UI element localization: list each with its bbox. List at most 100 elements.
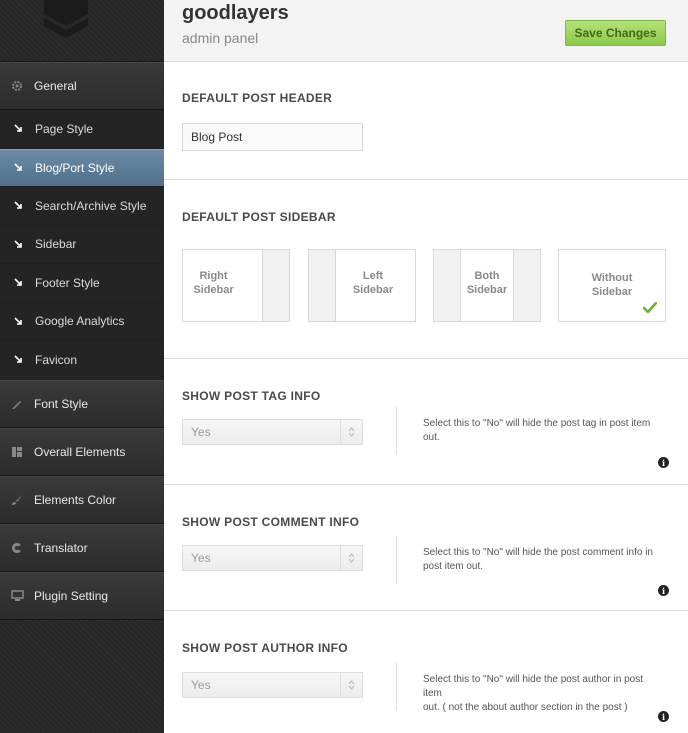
desc-line: out. ( not the about author section in t… xyxy=(423,702,628,713)
section-title: SHOW POST TAG INFO xyxy=(182,389,321,403)
desc-line: Select this to "No" will hide the post t… xyxy=(423,418,651,429)
post-tag-description: Select this to "No" will hide the post t… xyxy=(423,417,663,445)
desc-line: Select this to "No" will hide the post c… xyxy=(423,547,653,558)
desc-line: out. xyxy=(423,432,440,443)
option-line1: Left xyxy=(362,270,384,282)
info-icon[interactable]: i xyxy=(658,457,669,468)
sidebar-item-search-archive-style[interactable]: Search/Archive Style xyxy=(0,187,164,226)
section-title: SHOW POST AUTHOR INFO xyxy=(182,641,348,655)
desc-line: post item out. xyxy=(423,561,484,572)
checkmark-icon xyxy=(643,302,657,313)
top-header: goodlayers admin panel Save Changes xyxy=(164,0,688,62)
sidebar-item-overall-elements[interactable]: Overall Elements xyxy=(0,427,164,476)
sidebar-item-elements-color[interactable]: Elements Color xyxy=(0,475,164,524)
sidebar-item-plugin-setting[interactable]: Plugin Setting xyxy=(0,571,164,620)
info-icon[interactable]: i xyxy=(658,711,669,722)
section-title: DEFAULT POST HEADER xyxy=(182,91,333,105)
option-line1: Both xyxy=(474,270,500,282)
sidebar-option-label: Left Sidebar xyxy=(337,269,409,297)
desc-line: Select this to "No" will hide the post a… xyxy=(423,674,643,699)
sidebar-item-label: General xyxy=(34,79,77,93)
sidebar-option-both[interactable]: Both Sidebar xyxy=(433,249,541,322)
sidebar-item-label: Favicon xyxy=(35,352,78,367)
sidebar: General Page Style Blog/Port Style Searc… xyxy=(0,0,164,733)
brand-subtitle: admin panel xyxy=(182,30,259,46)
sidebar-option-label: Right Sidebar xyxy=(183,269,244,297)
monitor-icon xyxy=(7,589,27,603)
section-title: DEFAULT POST SIDEBAR xyxy=(182,210,336,224)
sidebar-item-blog-port-style[interactable]: Blog/Port Style xyxy=(0,148,164,187)
select-value: Yes xyxy=(191,551,211,565)
option-line2: Sidebar xyxy=(466,284,508,296)
post-tag-section: SHOW POST TAG INFO Yes Select this to "N… xyxy=(164,359,688,485)
sidebar-item-label: Font Style xyxy=(34,396,89,411)
divider xyxy=(396,407,397,455)
post-comment-description: Select this to "No" will hide the post c… xyxy=(423,546,663,574)
divider xyxy=(396,536,397,584)
translate-icon xyxy=(7,541,27,555)
sidebar-option-left[interactable]: Left Sidebar xyxy=(308,249,416,322)
layout-icon xyxy=(7,445,27,459)
logo-area xyxy=(0,0,164,62)
arrow-icon xyxy=(8,237,28,251)
updown-arrow-icon xyxy=(340,673,362,697)
sidebar-item-translator[interactable]: Translator xyxy=(0,523,164,572)
arrow-icon xyxy=(8,353,28,367)
arrow-icon xyxy=(8,314,28,328)
sidebar-item-label: Plugin Setting xyxy=(34,588,109,603)
post-header-section: DEFAULT POST HEADER Blog Post xyxy=(164,62,688,180)
gear-icon xyxy=(7,79,27,93)
logo-icon xyxy=(44,0,88,38)
sidebar-item-font-style[interactable]: Font Style xyxy=(0,379,164,428)
main-content: DEFAULT POST HEADER Blog Post DEFAULT PO… xyxy=(164,62,688,733)
updown-arrow-icon xyxy=(340,420,362,444)
sidebar-strip xyxy=(262,250,289,321)
sidebar-item-label: Overall Elements xyxy=(34,444,126,459)
sidebar-strip xyxy=(434,250,461,321)
select-value: Yes xyxy=(191,678,211,692)
post-tag-select[interactable]: Yes xyxy=(182,419,363,445)
sidebar-item-label: Translator xyxy=(34,540,88,555)
sidebar-option-right[interactable]: Right Sidebar xyxy=(182,249,290,322)
sidebar-item-label: Google Analytics xyxy=(35,314,125,329)
save-changes-button[interactable]: Save Changes xyxy=(565,20,666,46)
sidebar-strip xyxy=(309,250,336,321)
arrow-icon xyxy=(8,199,28,213)
post-comment-section: SHOW POST COMMENT INFO Yes Select this t… xyxy=(164,485,688,611)
sidebar-item-footer-style[interactable]: Footer Style xyxy=(0,264,164,303)
arrow-icon xyxy=(8,122,28,136)
sidebar-strip xyxy=(513,250,540,321)
sidebar-item-label: Elements Color xyxy=(34,492,117,507)
sidebar-option-label: Both Sidebar xyxy=(461,269,513,297)
post-author-select[interactable]: Yes xyxy=(182,672,363,698)
sidebar-option-without[interactable]: Without Sidebar xyxy=(558,249,666,322)
select-value: Yes xyxy=(191,425,211,439)
divider xyxy=(396,663,397,711)
sidebar-item-label: Page Style xyxy=(35,121,94,136)
sidebar-item-general[interactable]: General xyxy=(0,62,164,110)
option-line1: Without xyxy=(591,272,633,284)
option-line2: Sidebar xyxy=(193,284,234,296)
sidebar-item-label: Footer Style xyxy=(35,275,100,290)
sidebar-item-favicon[interactable]: Favicon xyxy=(0,341,164,380)
sidebar-item-label: Blog/Port Style xyxy=(35,160,115,175)
sidebar-option-label: Without Sidebar xyxy=(559,271,665,299)
info-icon[interactable]: i xyxy=(658,585,669,596)
post-header-input[interactable]: Blog Post xyxy=(182,123,363,151)
post-author-section: SHOW POST AUTHOR INFO Yes Select this to… xyxy=(164,611,688,733)
option-line2: Sidebar xyxy=(591,286,633,298)
post-author-description: Select this to "No" will hide the post a… xyxy=(423,673,663,715)
brand-title: goodlayers xyxy=(182,2,289,24)
sidebar-item-sidebar[interactable]: Sidebar xyxy=(0,225,164,264)
sidebar-item-label: Sidebar xyxy=(35,237,77,252)
section-title: SHOW POST COMMENT INFO xyxy=(182,515,360,529)
sidebar-item-page-style[interactable]: Page Style xyxy=(0,110,164,149)
arrow-icon xyxy=(8,161,28,175)
option-line2: Sidebar xyxy=(352,284,394,296)
post-sidebar-section: DEFAULT POST SIDEBAR Right Sidebar Left … xyxy=(164,180,688,359)
post-comment-select[interactable]: Yes xyxy=(182,545,363,571)
brush-icon xyxy=(7,493,27,507)
sidebar-item-label: Search/Archive Style xyxy=(35,198,147,213)
updown-arrow-icon xyxy=(340,546,362,570)
sidebar-item-google-analytics[interactable]: Google Analytics xyxy=(0,302,164,341)
